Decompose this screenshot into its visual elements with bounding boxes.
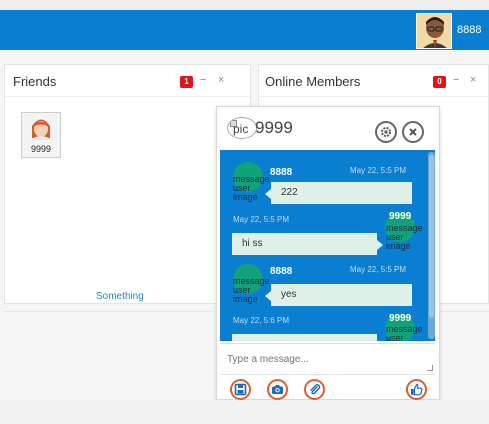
message-user-avatar: message user image <box>233 162 270 202</box>
message-timestamp: May 22, 5:5 PM <box>233 215 290 224</box>
friends-panel-header: Friends 1 − × <box>5 65 250 97</box>
chat-window: pic 9999 message user image 8888 May 22,… <box>216 106 440 400</box>
current-user-name[interactable]: 8888 <box>457 24 481 36</box>
friends-minimize-button[interactable]: − <box>200 74 206 86</box>
message-timestamp: May 22, 5:6 PM <box>233 316 290 325</box>
chat-close-button[interactable] <box>402 121 424 143</box>
friends-count-badge: 1 <box>180 76 193 88</box>
attachment-icon <box>310 384 321 395</box>
chat-picture-alt: pic <box>233 122 249 136</box>
avatar-alt-text: message user image <box>386 324 423 342</box>
online-count-badge: 0 <box>433 76 446 88</box>
top-navbar: 8888 <box>0 10 489 50</box>
friend-card[interactable]: 9999 <box>21 112 61 158</box>
online-panel-title: Online Members <box>265 74 361 89</box>
message-user-avatar: message user image <box>233 264 270 304</box>
bottom-strip <box>0 400 489 424</box>
save-button[interactable] <box>230 379 251 400</box>
message-timestamp: May 22, 5:5 PM <box>350 166 407 175</box>
divider <box>436 311 489 312</box>
online-close-button[interactable]: × <box>470 74 476 86</box>
chat-header: pic 9999 <box>217 107 439 149</box>
message-sender-name: 9999 <box>389 313 412 324</box>
user-avatar[interactable] <box>416 13 452 49</box>
message-list[interactable]: message user image 8888 May 22, 5:5 PM 2… <box>220 150 435 341</box>
close-icon <box>409 128 417 136</box>
message-sender-name: 9999 <box>389 211 412 222</box>
attach-file-button[interactable] <box>304 379 325 400</box>
chat-settings-button[interactable] <box>375 121 397 143</box>
resize-handle[interactable] <box>427 365 433 371</box>
chat-contact-name: 9999 <box>255 118 293 137</box>
scrollbar-thumb[interactable] <box>429 155 434 318</box>
message-bubble: 222 <box>265 182 412 204</box>
something-link[interactable]: Something <box>96 291 144 302</box>
friends-panel: Friends 1 − × 9999 <box>4 64 251 304</box>
friend-avatar <box>30 119 52 140</box>
online-minimize-button[interactable]: − <box>453 74 459 86</box>
message-input-area <box>220 343 435 374</box>
message-sender-name: 8888 <box>270 266 293 277</box>
online-panel-header: Online Members 0 − × <box>259 65 488 97</box>
friend-name: 9999 <box>30 144 52 154</box>
chat-toolbar <box>220 374 435 401</box>
chat-contact-picture: pic <box>227 117 257 139</box>
save-icon <box>234 383 247 396</box>
thumbs-up-icon <box>411 383 423 396</box>
message-scrollbar[interactable] <box>428 152 435 339</box>
camera-icon <box>272 385 283 394</box>
avatar-alt-text: message user image <box>386 223 423 251</box>
message-bubble: yes <box>265 284 412 306</box>
gear-icon <box>381 127 391 137</box>
message-sender-name: 8888 <box>270 167 293 178</box>
top-strip <box>0 0 489 10</box>
divider <box>4 311 214 312</box>
user-avatar-image <box>417 14 451 48</box>
message-timestamp: May 22, 5:5 PM <box>350 265 407 274</box>
like-button[interactable] <box>406 379 427 400</box>
friends-panel-title: Friends <box>13 74 57 89</box>
friends-close-button[interactable]: × <box>218 74 224 86</box>
camera-button[interactable] <box>267 379 288 400</box>
message-bubble: ... <box>232 334 377 341</box>
message-input[interactable] <box>220 344 435 374</box>
message-bubble: hi ss <box>232 233 383 255</box>
